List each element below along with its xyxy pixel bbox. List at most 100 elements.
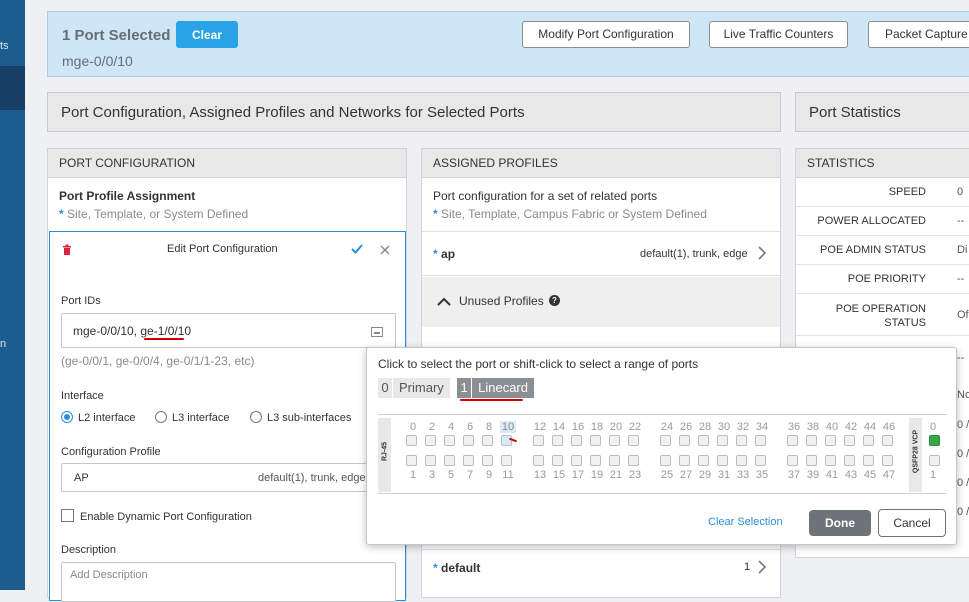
port-box[interactable] (660, 455, 671, 466)
clear-button[interactable]: Clear (176, 21, 238, 48)
selection-banner: 1 Port Selected Clear mge-0/0/10 Modify … (47, 11, 969, 77)
port-box[interactable] (825, 455, 836, 466)
qsfp-port-1[interactable] (929, 455, 940, 466)
port-box[interactable] (755, 455, 766, 466)
port-box[interactable] (609, 455, 620, 466)
port-box[interactable] (406, 455, 417, 466)
dynamic-config-checkbox[interactable]: Enable Dynamic Port Configuration (61, 509, 252, 523)
port-number-bottom: 13 (533, 469, 547, 481)
port-box[interactable] (628, 455, 639, 466)
radio-l3[interactable]: L3 interface (155, 411, 229, 424)
port-box[interactable] (882, 435, 893, 446)
radio-icon[interactable] (250, 411, 262, 423)
chevron-right-icon[interactable] (758, 246, 767, 263)
port-picker-icon[interactable] (371, 326, 383, 337)
close-icon[interactable] (380, 244, 390, 255)
port-box[interactable] (552, 455, 563, 466)
radio-l2[interactable]: L2 interface (61, 411, 135, 424)
port-box[interactable] (444, 455, 455, 466)
port-box[interactable] (463, 435, 474, 446)
port-number-top: 2 (428, 421, 436, 433)
stat-partial: -- (957, 352, 965, 364)
port-box[interactable] (679, 435, 690, 446)
checkbox-icon[interactable] (61, 509, 74, 522)
tab-primary[interactable]: 0 Primary (378, 378, 450, 398)
radio-selected-icon[interactable] (61, 411, 73, 423)
port-box[interactable] (533, 435, 544, 446)
port-box[interactable] (679, 455, 690, 466)
port-box[interactable] (590, 435, 601, 446)
port-box[interactable] (425, 455, 436, 466)
modify-port-config-button[interactable]: Modify Port Configuration (522, 21, 690, 48)
tab-linecard[interactable]: 1 Linecard (457, 378, 534, 398)
nav-item-label[interactable]: n (0, 338, 6, 350)
nav-active-item[interactable] (0, 66, 25, 110)
port-box[interactable] (863, 435, 874, 446)
port-box[interactable] (717, 455, 728, 466)
profile-label: Configuration Profile (61, 446, 161, 458)
port-box[interactable] (590, 455, 601, 466)
port-box[interactable] (552, 435, 563, 446)
unused-profiles-toggle[interactable]: Unused Profiles ? (422, 277, 780, 327)
port-box[interactable] (755, 435, 766, 446)
port-ids-input[interactable]: mge-0/0/10, ge-1/0/10 (61, 313, 396, 348)
port-box[interactable] (736, 435, 747, 446)
profile-assignment-sub: * Site, Template, or System Defined (59, 207, 249, 221)
port-ids-value: mge-0/0/10, ge-1/0/10 (73, 324, 192, 338)
nav-item-label[interactable]: ts (0, 40, 9, 52)
port-grid: RJ-45 0 1 2 3 4 5 6 7 8 9 10 11 12 13 14 15 16 17 18 19 20 21… (378, 414, 947, 494)
port-box[interactable] (463, 455, 474, 466)
port-box[interactable] (863, 455, 874, 466)
port-box[interactable] (571, 435, 582, 446)
clear-selection-link[interactable]: Clear Selection (708, 516, 783, 528)
profile-row-default[interactable]: * default 1 (422, 549, 780, 585)
packet-capture-button[interactable]: Packet Capture (868, 21, 969, 48)
chevron-right-icon[interactable] (758, 560, 767, 577)
port-box[interactable] (882, 455, 893, 466)
port-box[interactable] (736, 455, 747, 466)
profile-assignment-title: Port Profile Assignment (59, 189, 196, 203)
port-number-bottom: 9 (485, 469, 493, 481)
port-box[interactable] (806, 435, 817, 446)
port-box[interactable] (660, 435, 671, 446)
port-box[interactable] (628, 435, 639, 446)
port-boxes: 0 1 2 3 4 5 6 7 8 9 10 11 12 13 14 15 16 17 18 19 20 21 22 23 24… (378, 415, 898, 495)
port-box[interactable] (406, 435, 417, 446)
port-number-bottom: 15 (552, 469, 566, 481)
done-button[interactable]: Done (809, 510, 871, 536)
port-ids-hint: (ge-0/0/1, ge-0/0/4, ge-0/1/1-23, etc) (61, 354, 255, 368)
port-box[interactable] (609, 435, 620, 446)
port-box[interactable] (444, 435, 455, 446)
check-icon[interactable] (350, 242, 364, 256)
port-box[interactable] (698, 435, 709, 446)
radio-l3-sub[interactable]: L3 sub-interfaces (250, 411, 351, 424)
port-box[interactable] (717, 435, 728, 446)
chevron-up-icon[interactable] (437, 295, 451, 309)
port-box[interactable] (501, 455, 512, 466)
port-box[interactable] (698, 455, 709, 466)
qsfp-port-0-connected-icon[interactable] (929, 435, 940, 446)
port-box[interactable] (482, 455, 493, 466)
port-box[interactable] (482, 435, 493, 446)
port-box[interactable] (844, 435, 855, 446)
live-traffic-counters-button[interactable]: Live Traffic Counters (709, 21, 848, 48)
port-box[interactable] (787, 435, 798, 446)
help-icon[interactable]: ? (549, 295, 560, 306)
profile-row-ap[interactable]: * ap default(1), trunk, edge (422, 231, 780, 276)
port-box[interactable] (571, 455, 582, 466)
cancel-button[interactable]: Cancel (878, 509, 946, 537)
trash-icon[interactable] (62, 244, 72, 255)
profile-select[interactable]: AP default(1), trunk, edge (61, 463, 406, 492)
port-box[interactable] (806, 455, 817, 466)
description-input[interactable]: Add Description (61, 562, 396, 602)
radio-icon[interactable] (155, 411, 167, 423)
port-box[interactable] (787, 455, 798, 466)
port-number-top: 0 (409, 421, 417, 433)
port-box[interactable] (425, 435, 436, 446)
port-box[interactable] (825, 435, 836, 446)
port-number-top: 42 (844, 421, 858, 433)
port-box[interactable] (501, 435, 512, 446)
port-box[interactable] (533, 455, 544, 466)
port-box[interactable] (844, 455, 855, 466)
annotation-underline (460, 399, 523, 401)
